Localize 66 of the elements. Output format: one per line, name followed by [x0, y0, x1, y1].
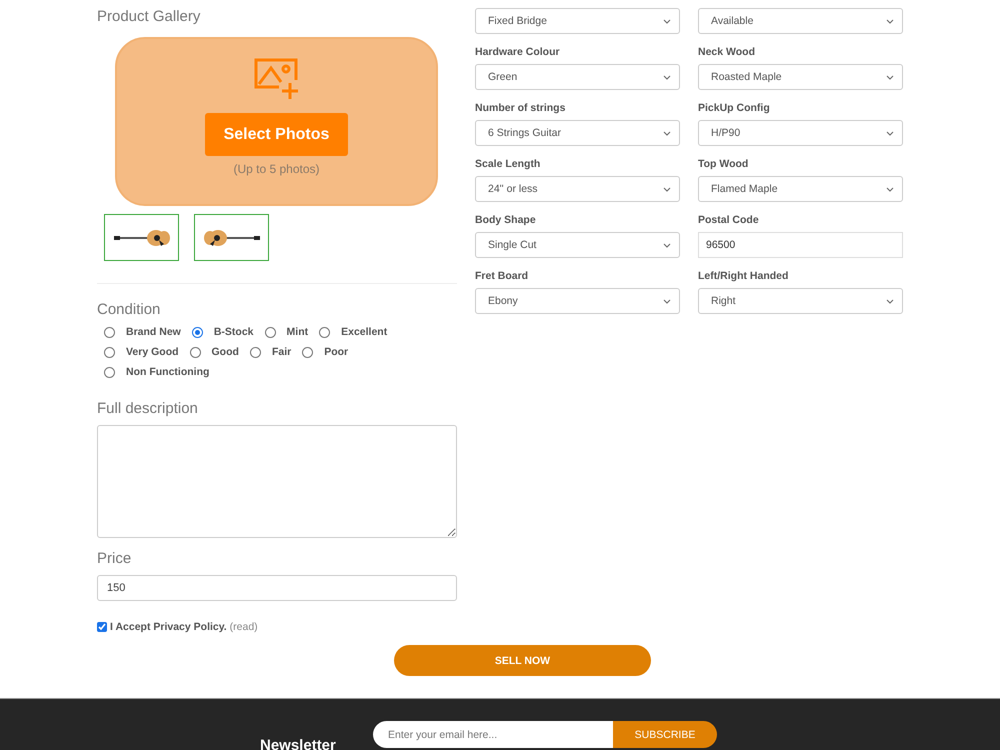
radio-button[interactable]	[104, 346, 115, 358]
email-field[interactable]: Enter your email here...	[373, 721, 613, 748]
price-field[interactable]: 150	[97, 575, 457, 601]
section-title: Full description	[97, 400, 199, 418]
radio-label: Excellent	[341, 326, 388, 338]
radio-button[interactable]	[190, 346, 201, 358]
field-label: Fret Board	[475, 270, 530, 282]
dropdown[interactable]: 6 Strings Guitar	[475, 120, 680, 146]
radio-button[interactable]	[104, 366, 115, 378]
chevron-icon	[663, 242, 671, 248]
field-label: Hardware Colour	[475, 46, 561, 58]
upload-hint: (Up to 5 photos)	[233, 162, 320, 176]
radio-label: Non Functioning	[126, 366, 210, 378]
radio-button[interactable]	[264, 326, 276, 338]
chevron-icon	[886, 18, 894, 24]
radio-button[interactable]	[250, 346, 261, 358]
field-label: Postal Code	[698, 214, 760, 226]
chevron-icon	[663, 186, 671, 192]
description-field[interactable]	[97, 425, 457, 538]
dropdown[interactable]: Fixed Bridge	[475, 8, 680, 34]
dropdown[interactable]: 24'' or less	[475, 176, 680, 202]
radio-label: Poor	[324, 346, 348, 358]
privacy-label: I Accept Privacy Policy. (read)	[110, 621, 258, 633]
radio-label: Brand New	[126, 326, 181, 338]
dropdown[interactable]: Ebony	[475, 288, 680, 314]
field-label: Body Shape	[475, 214, 537, 226]
dropdown[interactable]: Roasted Maple	[698, 64, 903, 90]
chevron-icon	[886, 298, 894, 304]
radio-label: Fair	[272, 346, 292, 358]
add-image-icon	[252, 57, 300, 101]
photo-thumbnail[interactable]	[194, 214, 269, 261]
dropdown[interactable]: Single Cut	[475, 232, 680, 258]
chevron-icon	[886, 130, 894, 136]
dropdown[interactable]: Available	[698, 8, 903, 34]
input-field[interactable]: 96500	[698, 232, 903, 258]
field-label: Left/Right Handed	[698, 270, 790, 282]
section-title: Price	[97, 550, 132, 568]
field-label: Scale Length	[475, 158, 542, 170]
radio-label: Mint	[286, 326, 308, 338]
field-label: PickUp Config	[698, 102, 771, 114]
radio-label: Very Good	[126, 346, 179, 358]
radio-button[interactable]	[192, 326, 203, 338]
privacy-checkbox[interactable]	[97, 622, 107, 632]
chevron-icon	[663, 74, 671, 80]
chevron-icon	[886, 186, 894, 192]
newsletter-title: Newsletter	[260, 737, 336, 750]
section-title: Product Gallery	[97, 8, 202, 26]
chevron-icon	[663, 298, 671, 304]
read-link[interactable]: (read)	[230, 621, 258, 633]
field-label: Top Wood	[698, 158, 750, 170]
section-title: Condition	[97, 301, 162, 319]
field-label: Number of strings	[475, 102, 566, 114]
radio-button[interactable]	[319, 326, 330, 338]
dropdown[interactable]: Green	[475, 64, 680, 90]
radio-label: B-Stock	[214, 326, 254, 338]
photo-thumbnail[interactable]	[104, 214, 179, 261]
dropdown[interactable]: Right	[698, 288, 903, 314]
chevron-icon	[886, 74, 894, 80]
radio-label: Good	[212, 346, 239, 358]
chevron-icon	[663, 130, 671, 136]
dropdown[interactable]: H/P90	[698, 120, 903, 146]
radio-button[interactable]	[302, 346, 314, 358]
dropdown[interactable]: Flamed Maple	[698, 176, 903, 202]
radio-button[interactable]	[104, 326, 115, 338]
chevron-icon	[663, 18, 671, 24]
field-label: Neck Wood	[698, 46, 756, 58]
